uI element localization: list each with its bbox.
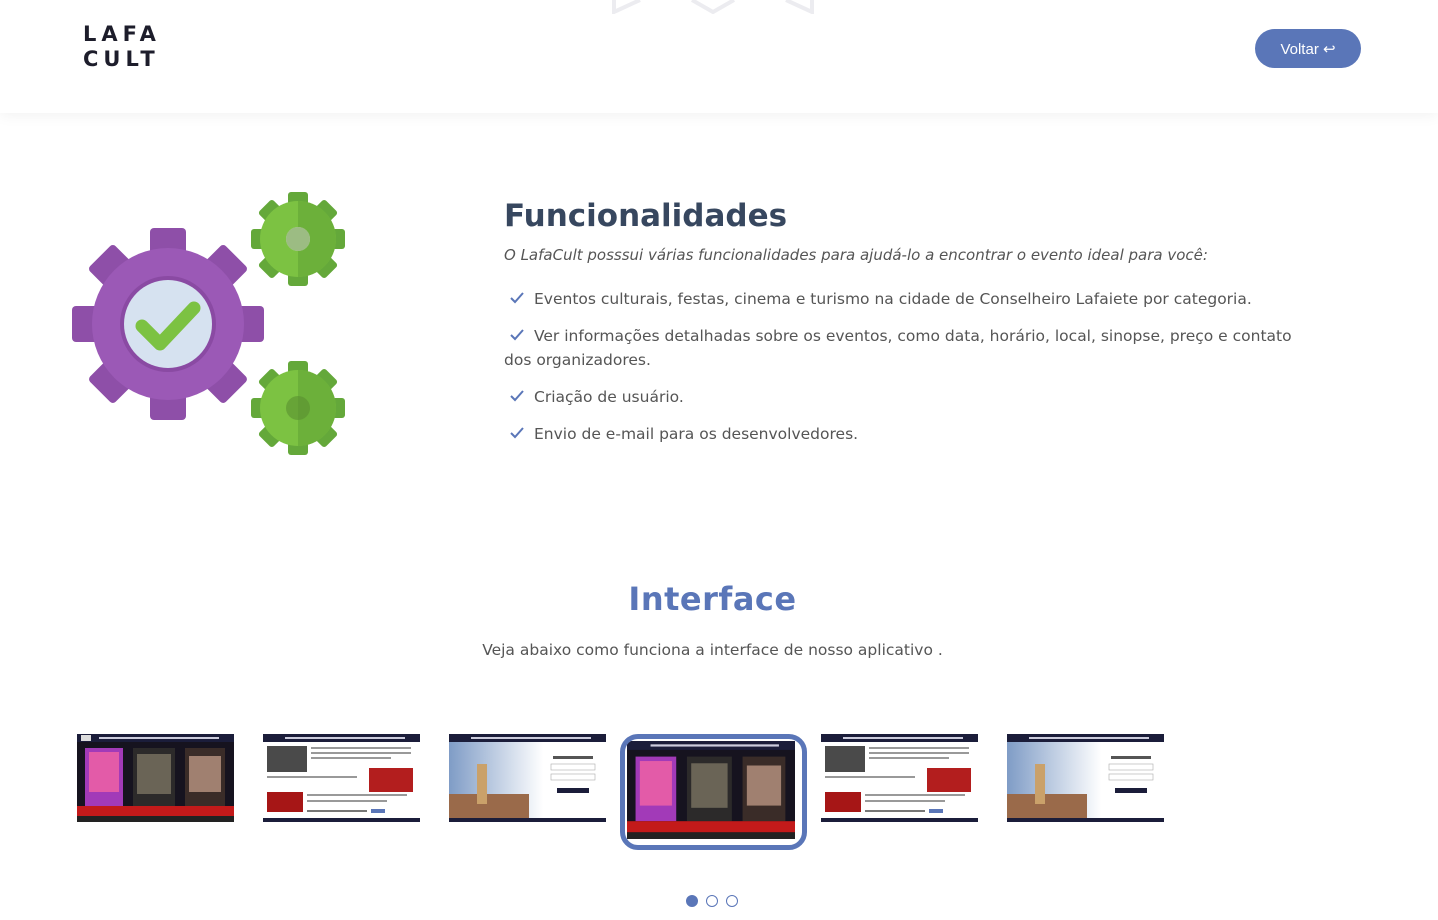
feature-item: Criação de usuário.	[504, 385, 1304, 409]
carousel-dot-1[interactable]	[686, 895, 698, 907]
feature-item: Ver informações detalhadas sobre os even…	[504, 327, 1292, 369]
site-header: LAFA CULT Voltar ↩	[0, 0, 1438, 113]
features-subtitle: O LafaCult posssui várias funcionalidade…	[504, 246, 1208, 264]
check-icon	[510, 329, 524, 341]
decorative-shape-icon	[612, 0, 814, 14]
back-button[interactable]: Voltar ↩	[1255, 29, 1361, 68]
interface-subtitle: Veja abaixo como funciona a interface de…	[482, 641, 943, 659]
gears-check-icon	[72, 192, 345, 455]
feature-item: Eventos culturais, festas, cinema e turi…	[504, 287, 1304, 311]
carousel-thumbnail-cinema[interactable]	[77, 734, 234, 822]
carousel-thumbnail-cinema-active[interactable]	[620, 734, 807, 850]
feature-item: Envio de e-mail para os desenvolvedores.	[504, 422, 1304, 446]
features-title: Funcionalidades	[504, 198, 788, 234]
logo-line-2: CULT	[83, 47, 160, 71]
features-list: Eventos culturais, festas, cinema e turi…	[504, 287, 1304, 459]
check-icon	[510, 292, 524, 304]
carousel-thumbnail-login[interactable]	[1007, 734, 1164, 822]
carousel-dot-3[interactable]	[726, 895, 738, 907]
check-icon	[510, 427, 524, 439]
lafacult-logo[interactable]: LAFA CULT	[83, 22, 161, 76]
carousel-dot-2[interactable]	[706, 895, 718, 907]
logo-line-1: LAFA	[83, 22, 161, 46]
carousel-thumbnail-login[interactable]	[449, 734, 606, 822]
check-icon	[510, 390, 524, 402]
carousel-pagination	[686, 895, 738, 907]
interface-title: Interface	[628, 580, 797, 618]
carousel-thumbnail-event-details[interactable]	[821, 734, 978, 822]
carousel-thumbnail-event-details[interactable]	[263, 734, 420, 822]
